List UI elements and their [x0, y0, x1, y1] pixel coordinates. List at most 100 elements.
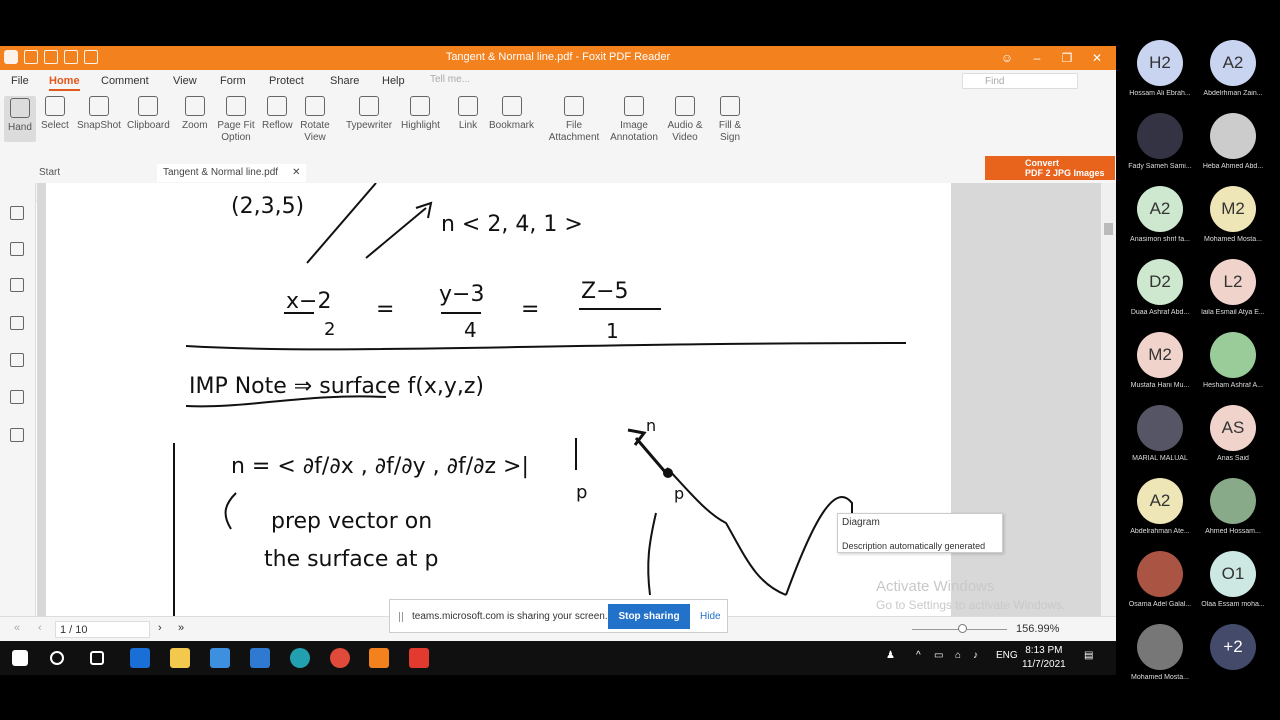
tell-me-box[interactable]: Tell me...	[430, 74, 470, 85]
avatar	[1137, 113, 1183, 159]
find-input[interactable]: Find	[962, 73, 1078, 89]
menu-view[interactable]: View	[173, 75, 197, 87]
audio-video-button[interactable]: Audio & Video	[666, 96, 704, 144]
menu-file[interactable]: File	[11, 75, 29, 87]
participant-tile[interactable]: A2 Abdelrahman Ate...	[1120, 478, 1200, 535]
close-button[interactable]: ✕	[1082, 49, 1112, 67]
avatar: AS	[1210, 405, 1256, 451]
participant-tile[interactable]: M2 Mustafa Hani Mu...	[1120, 332, 1200, 389]
page-number-input[interactable]: 1 / 10	[55, 621, 150, 638]
file-attachment-button[interactable]: File Attachment	[546, 96, 602, 144]
menu-share[interactable]: Share	[330, 75, 359, 87]
participant-tile[interactable]: Heba Ahmed Abd...	[1193, 113, 1273, 170]
battery-icon[interactable]: ▭	[934, 650, 943, 661]
participant-tile[interactable]: Osama Adel Galal...	[1120, 551, 1200, 608]
ink-stroke	[647, 512, 657, 596]
link-button[interactable]: Link	[458, 96, 478, 132]
ie-icon[interactable]	[130, 648, 150, 668]
start-icon[interactable]	[12, 650, 28, 666]
chrome-icon[interactable]	[330, 648, 350, 668]
participant-tile[interactable]: H2 Hossam Ali Ebrah...	[1120, 40, 1200, 97]
notifications-icon[interactable]: ▤	[1084, 650, 1093, 661]
next-page-icon[interactable]: ›	[158, 622, 162, 634]
participant-tile[interactable]: O1 Olaa Essam moha...	[1193, 551, 1273, 608]
participant-tile[interactable]: Fady Sameh Sami...	[1120, 113, 1200, 170]
bookmark-button[interactable]: Bookmark	[489, 96, 534, 132]
drag-handle-icon[interactable]	[399, 612, 403, 622]
account-icon[interactable]: ☺	[992, 49, 1022, 67]
participant-tile[interactable]: +2	[1193, 624, 1273, 670]
ink-text: 4	[464, 318, 477, 342]
security-panel-icon[interactable]	[10, 390, 24, 404]
avatar: M2	[1210, 186, 1256, 232]
page-fit-button[interactable]: Page Fit Option	[216, 96, 256, 144]
attachments-panel-icon[interactable]	[10, 353, 24, 367]
prev-page-icon[interactable]: ‹	[38, 622, 42, 634]
reflow-button[interactable]: Reflow	[262, 96, 293, 132]
participant-tile[interactable]: Mohamed Mosta...	[1120, 624, 1200, 681]
bookmarks-panel-icon[interactable]	[10, 206, 24, 220]
participant-tile[interactable]: A2 Abdelrhman Zain...	[1193, 40, 1273, 97]
task-view-icon[interactable]	[90, 651, 104, 665]
select-tool-button[interactable]: Select	[41, 96, 69, 132]
participant-name: Heba Ahmed Abd...	[1202, 163, 1264, 170]
network-icon[interactable]: ⌂	[955, 650, 961, 661]
app-taskbar-icon[interactable]	[409, 648, 429, 668]
minimize-button[interactable]: –	[1022, 49, 1052, 67]
layers-panel-icon[interactable]	[10, 316, 24, 330]
fill-sign-button[interactable]: Fill & Sign	[716, 96, 744, 144]
typewriter-button[interactable]: Typewriter	[346, 96, 392, 132]
signatures-panel-icon[interactable]	[10, 428, 24, 442]
zoom-slider-thumb[interactable]	[958, 624, 967, 633]
menu-protect[interactable]: Protect	[269, 75, 304, 87]
edge-icon[interactable]	[290, 648, 310, 668]
first-page-icon[interactable]: «	[14, 622, 20, 634]
mail-icon[interactable]	[250, 648, 270, 668]
zoom-level[interactable]: 156.99%	[1016, 623, 1059, 635]
menu-form[interactable]: Form	[220, 75, 246, 87]
snapshot-button[interactable]: SnapShot	[77, 96, 121, 132]
image-annotation-button[interactable]: Image Annotation	[608, 96, 660, 144]
foxit-taskbar-icon[interactable]	[369, 648, 389, 668]
pages-panel-icon[interactable]	[10, 242, 24, 256]
people-icon[interactable]: ♟	[886, 650, 895, 661]
participant-tile[interactable]: L2 laila Esmail Atya E...	[1193, 259, 1273, 316]
comments-panel-icon[interactable]	[10, 278, 24, 292]
menu-comment[interactable]: Comment	[101, 75, 149, 87]
file-explorer-icon[interactable]	[170, 648, 190, 668]
vertical-scrollbar[interactable]	[1101, 183, 1116, 616]
convert-pdf-banner[interactable]: Convert PDF 2 JPG Images	[985, 156, 1115, 180]
system-clock[interactable]: 8:13 PM 11/7/2021	[1022, 644, 1066, 672]
tab-current-document[interactable]: Tangent & Normal line.pdf ✕	[157, 164, 307, 182]
store-icon[interactable]	[210, 648, 230, 668]
activate-windows-subtitle: Go to Settings to activate Windows.	[876, 598, 1066, 612]
clipboard-button[interactable]: Clipboard	[127, 96, 170, 132]
participant-tile[interactable]: MARIAL MALUAL	[1120, 405, 1200, 462]
tray-chevron-icon[interactable]: ^	[916, 650, 921, 661]
ink-text: IMP Note ⇒ surface f(x,y,z)	[189, 374, 484, 399]
participant-tile[interactable]: Hesham Ashraf A...	[1193, 332, 1273, 389]
scroll-thumb[interactable]	[1104, 223, 1113, 235]
hide-button[interactable]: Hide	[700, 611, 721, 622]
participant-tile[interactable]: AS Anas Said	[1193, 405, 1273, 462]
hand-tool-button[interactable]: Hand	[4, 96, 36, 142]
search-icon[interactable]	[50, 651, 64, 665]
tab-start[interactable]: Start	[39, 167, 60, 178]
participant-tile[interactable]: D2 Duaa Ashraf Abd...	[1120, 259, 1200, 316]
last-page-icon[interactable]: »	[178, 622, 184, 634]
participant-tile[interactable]: A2 Anasimon shrif fa...	[1120, 186, 1200, 243]
stop-sharing-button[interactable]: Stop sharing	[608, 604, 690, 629]
close-tab-icon[interactable]: ✕	[292, 167, 300, 178]
menu-home[interactable]: Home	[49, 75, 80, 91]
language-indicator[interactable]: ENG	[996, 650, 1018, 661]
media-icon	[675, 96, 695, 116]
rotate-view-button[interactable]: Rotate View	[298, 96, 332, 144]
participant-tile[interactable]: Ahmed Hossam...	[1193, 478, 1273, 535]
menu-help[interactable]: Help	[382, 75, 405, 87]
maximize-button[interactable]: ❐	[1052, 49, 1082, 67]
zoom-button[interactable]: Zoom	[182, 96, 208, 132]
volume-icon[interactable]: ♪	[973, 650, 978, 661]
highlight-button[interactable]: Highlight	[401, 96, 440, 132]
participant-tile[interactable]: M2 Mohamed Mosta...	[1193, 186, 1273, 243]
window-title: Tangent & Normal line.pdf - Foxit PDF Re…	[445, 51, 671, 63]
